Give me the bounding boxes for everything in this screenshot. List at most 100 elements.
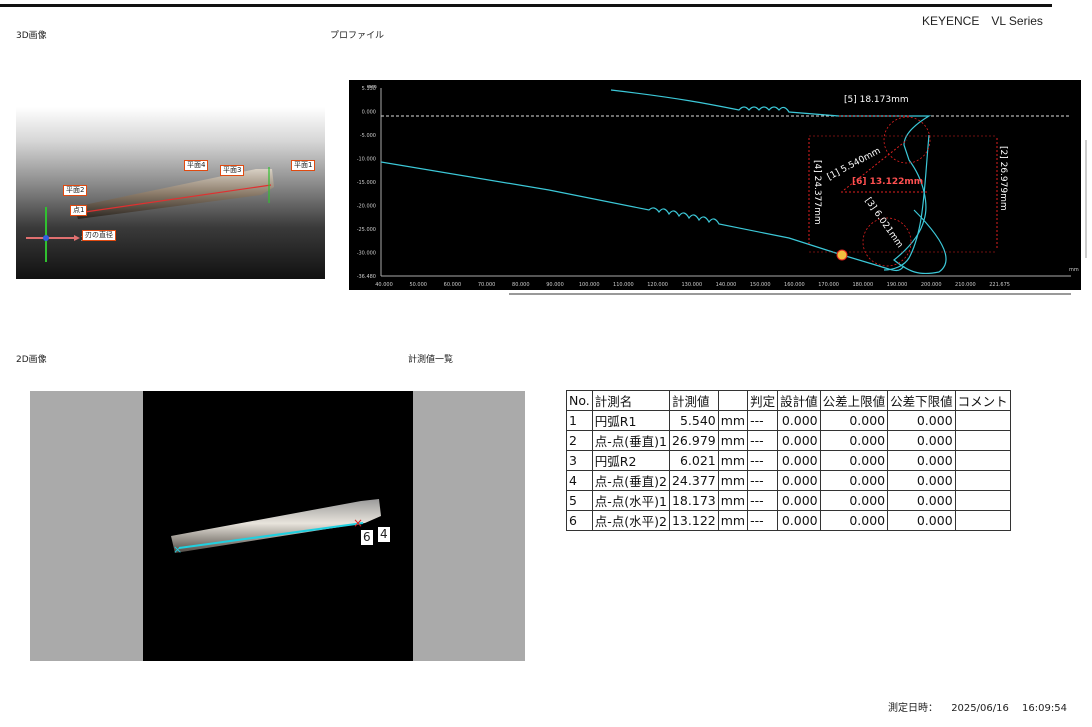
table-cell: 0.000 [777,450,821,471]
view-3d[interactable]: X 平面1 平面4 平面3 平面2 点1 刃の直径 [16,107,325,279]
table-cell: --- [747,470,779,491]
tag-plane4[interactable]: 平面4 [184,160,209,171]
table-cell: 0.000 [819,450,889,471]
table-cell: mm [717,430,749,451]
point-marker [836,249,848,261]
table-cell: 0.000 [777,490,821,511]
y-tick-label: -15.000 [357,180,376,186]
table-cell: 5.540 [668,410,719,431]
table-cell: mm [717,470,749,491]
table-cell: --- [747,510,779,531]
table-row[interactable]: 3 円弧R2 6.021 mm --- 0.000 0.000 0.000 [566,450,1011,471]
col-judge: 判定 [747,390,779,411]
x-tick-label: 210.000 [955,282,976,288]
x-tick-label: 100.000 [579,282,600,288]
x-tick-label: 200.000 [921,282,942,288]
table-cell: 円弧R2 [591,450,670,471]
tag-plane1[interactable]: 平面1 [291,160,316,171]
table-cell: 0.000 [777,430,821,451]
tag-blade-diameter[interactable]: 刃の直径 [82,230,116,241]
tool-body [74,169,274,219]
x-tick-label: 150.000 [750,282,771,288]
y-tick-label: 0.000 [362,110,376,116]
table-cell: 円弧R1 [591,410,670,431]
table-row[interactable]: 2 点-点(垂直)1 26.979 mm --- 0.000 0.000 0.000 [566,430,1011,451]
x-tick-label: 80.000 [512,282,530,288]
y-tick-label: -5.000 [360,133,376,139]
x-tick-label: 170.000 [818,282,839,288]
table-cell: 6.021 [668,450,719,471]
marker-4[interactable]: 4 [377,526,391,543]
view-2d-image: × × 6 4 [143,391,413,661]
header-rule [0,4,1052,7]
y-tick-label: -25.000 [357,227,376,233]
table-cell: 0.000 [819,490,889,511]
table-cell: 0.000 [887,470,956,491]
dim2-label: [2] 26.979mm [998,146,1008,211]
table-header-row: No. 計測名 計測値 判定 設計値 公差上限値 公差下限値 コメント [566,390,1011,411]
table-cell: 0.000 [887,430,956,451]
table-row[interactable]: 4 点-点(垂直)2 24.377 mm --- 0.000 0.000 0.000 [566,470,1011,491]
table-cell: 0.000 [887,490,956,511]
x-tick-label: 110.000 [613,282,634,288]
table-cell: mm [717,490,749,511]
axis-x-arrow [74,235,80,241]
col-unit [717,390,749,411]
table-cell: --- [747,410,779,431]
tag-point1[interactable]: 点1 [70,205,88,216]
marker-6[interactable]: 6 [360,529,374,546]
x-tick-label: 190.000 [887,282,908,288]
table-cell: 0.000 [887,510,956,531]
profile-chart[interactable]: mm mm 5.350 0.000 -5.000 -10.000 -15.000 -20.… [349,80,1081,290]
table-cell [954,450,1011,471]
col-upper: 公差上限値 [819,390,889,411]
datetime-date: 2025/06/16 [951,703,1009,714]
table-cell: 点-点(水平)2 [591,510,670,531]
section-title-3d: 3D画像 [16,31,47,41]
x-tick-label: 90.000 [546,282,564,288]
y-tick-label: -30.000 [357,251,376,257]
table-cell: 点-点(垂直)1 [591,430,670,451]
table-cell: 5 [566,490,593,511]
col-lower: 公差下限値 [887,390,956,411]
table-cell [954,510,1011,531]
profile-v-scrollbar[interactable] [1085,140,1087,258]
profile-h-scrollbar[interactable] [509,293,1071,295]
table-cell: mm [717,510,749,531]
tag-plane2[interactable]: 平面2 [63,185,88,196]
x-tick-label: 120.000 [647,282,668,288]
table-cell [954,490,1011,511]
measure-datetime: 測定日時： 2025/06/16 16:09:54 [888,699,1077,714]
axis-origin [43,235,49,241]
col-comment: コメント [954,390,1011,411]
x-tick-label: 160.000 [784,282,805,288]
tag-plane3[interactable]: 平面3 [220,165,245,176]
table-cell: 0.000 [887,410,956,431]
table-row[interactable]: 6 点-点(水平)2 13.122 mm --- 0.000 0.000 0.000 [566,510,1011,531]
table-row[interactable]: 5 点-点(水平)1 18.173 mm --- 0.000 0.000 0.000 [566,490,1011,511]
table-cell: 26.979 [668,430,719,451]
section-title-profile: プロファイル [330,31,385,41]
table-cell: mm [717,410,749,431]
table-cell: 18.173 [668,490,719,511]
col-name: 計測名 [591,390,670,411]
table-cell: 0.000 [777,510,821,531]
dim5-label: [5] 18.173mm [844,95,909,105]
col-design: 設計値 [777,390,821,411]
table-cell: 0.000 [819,410,889,431]
table-row[interactable]: 1 円弧R1 5.540 mm --- 0.000 0.000 0.000 [566,410,1011,431]
x-tick-label: 221.675 [989,282,1010,288]
table-cell: 13.122 [668,510,719,531]
table-cell: 0.000 [777,470,821,491]
profile-curve-edge [883,134,930,271]
profile-curve-lower [380,161,905,272]
view-2d[interactable]: × × 6 4 [30,391,525,661]
dim4-label: [4] 24.377mm [812,160,822,225]
table-cell: mm [717,450,749,471]
x-unit: mm [1069,267,1079,273]
table-cell: 0.000 [819,430,889,451]
measurement-table: No. 計測名 計測値 判定 設計値 公差上限値 公差下限値 コメント 1 円弧R… [566,390,1011,531]
col-value: 計測値 [668,390,719,411]
brand-label: KEYENCE VL Series [922,14,1043,28]
section-title-2d: 2D画像 [16,355,47,365]
